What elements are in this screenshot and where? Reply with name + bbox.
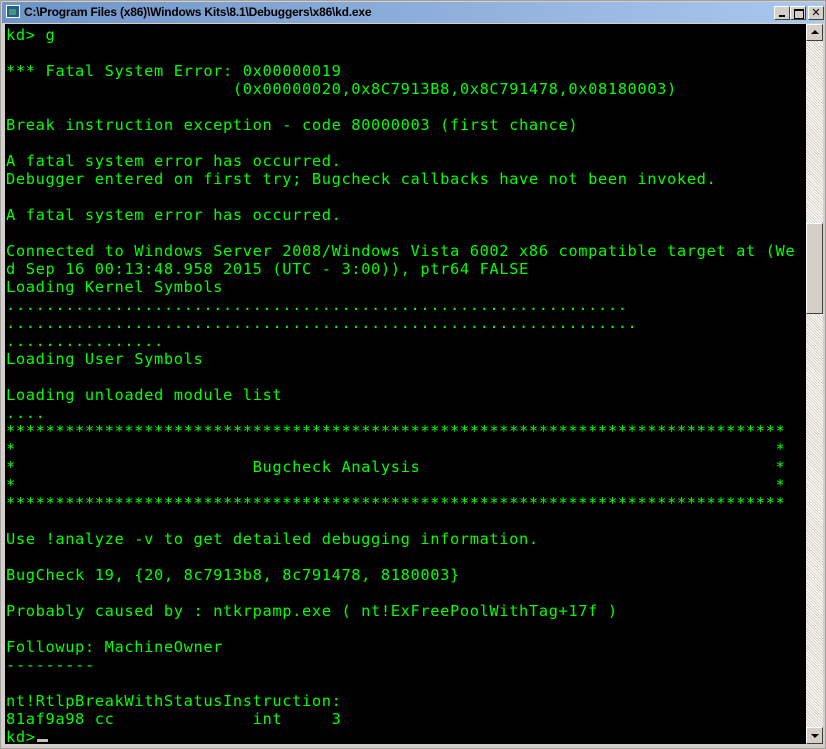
close-button[interactable]: ✕ <box>808 6 824 20</box>
scroll-up-button[interactable] <box>806 24 823 41</box>
console-line: Break instruction exception - code 80000… <box>6 116 579 134</box>
close-icon: ✕ <box>811 6 821 19</box>
scrollbar-thumb[interactable] <box>806 223 823 314</box>
console-line: (0x00000020,0x8C7913B8,0x8C791478,0x0818… <box>6 80 677 98</box>
command-prompt-line[interactable]: kd> <box>6 728 795 744</box>
console-line: *** Fatal System Error: 0x00000019 <box>6 62 342 80</box>
console-line: * * <box>6 476 786 494</box>
text-cursor <box>36 739 48 742</box>
minimize-button[interactable] <box>774 6 790 20</box>
console-line: Loading Kernel Symbols <box>6 278 224 296</box>
console-text: kd> g *** Fatal System Error: 0x00000019 … <box>6 26 795 744</box>
console-line: Connected to Windows Server 2008/Windows… <box>6 242 796 260</box>
maximize-button[interactable] <box>790 6 806 20</box>
console-line: * * <box>6 440 786 458</box>
console-line: ........................................… <box>6 314 638 332</box>
console-line: Use !analyze -v to get detailed debuggin… <box>6 530 539 548</box>
title-bar[interactable]: C:\Program Files (x86)\Windows Kits\8.1\… <box>2 2 824 23</box>
debugger-window: C:\Program Files (x86)\Windows Kits\8.1\… <box>0 0 826 749</box>
console-line: 81af9a98 cc int 3 <box>6 710 342 728</box>
command-prompt: kd> <box>6 728 36 744</box>
console-line: ................ <box>6 332 164 350</box>
console-line: A fatal system error has occurred. <box>6 152 342 170</box>
console-line: --------- <box>6 656 95 674</box>
console-line: Followup: MachineOwner <box>6 638 224 656</box>
console-line: Probably caused by : ntkrpamp.exe ( nt!E… <box>6 602 618 620</box>
console-line: Debugger entered on first try; Bugcheck … <box>6 170 717 188</box>
console-line: * Bugcheck Analysis * <box>6 458 786 476</box>
console-line: A fatal system error has occurred. <box>6 206 342 224</box>
console-line: .... <box>6 404 46 422</box>
console-line: nt!RtlpBreakWithStatusInstruction: <box>6 692 342 710</box>
console-line: Loading unloaded module list <box>6 386 283 404</box>
scroll-down-button[interactable] <box>806 727 823 744</box>
console-line: ........................................… <box>6 296 628 314</box>
console-line: kd> g <box>6 26 56 44</box>
console-output[interactable]: kd> g *** Fatal System Error: 0x00000019 … <box>5 24 806 744</box>
console-line: BugCheck 19, {20, 8c7913b8, 8c791478, 81… <box>6 566 460 584</box>
console-app-icon[interactable] <box>6 5 20 18</box>
console-line: ****************************************… <box>6 494 786 512</box>
vertical-scrollbar[interactable] <box>806 24 823 744</box>
window-title: C:\Program Files (x86)\Windows Kits\8.1\… <box>24 5 372 19</box>
console-line: Loading User Symbols <box>6 350 204 368</box>
console-line: ****************************************… <box>6 422 786 440</box>
console-line: d Sep 16 00:13:48.958 2015 (UTC - 3:00))… <box>6 260 529 278</box>
